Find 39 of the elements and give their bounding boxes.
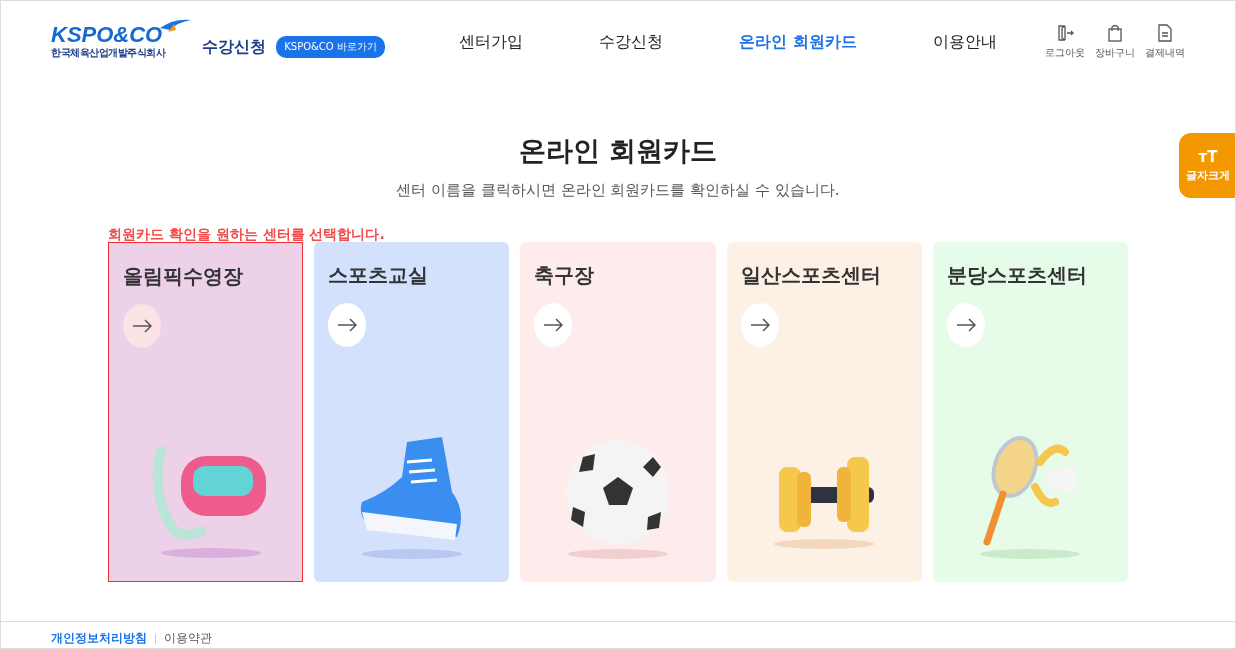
arrow-button[interactable] [946,303,985,347]
document-icon [1158,24,1172,42]
center-card[interactable]: 스포츠교실 [314,242,510,582]
arrow-right-icon [543,318,564,332]
footer-link[interactable]: 개인정보처리방침 [51,630,147,647]
center-name: 분당스포츠센터 [946,262,1087,289]
nav-tab[interactable]: 센터가입 [421,31,562,53]
arrow-right-icon [337,318,358,332]
utility-link[interactable]: 장바구니 [1095,24,1135,60]
utility-link[interactable]: 로그아웃 [1045,24,1085,60]
center-name: 올림픽수영장 [123,263,243,290]
center-card[interactable]: 분당스포츠센터 [932,242,1128,582]
nav-tab[interactable]: 수강신청 [561,31,702,53]
center-name: 스포츠교실 [328,262,429,289]
arrow-right-icon [955,318,976,332]
center-name: 축구장 [534,262,595,289]
footer-link[interactable]: 이용약관 [164,630,212,647]
page-subtitle: 센터 이름을 클릭하시면 온라인 회원카드를 확인하실 수 있습니다. [396,181,840,200]
nav-tab[interactable]: 이용안내 [894,31,1035,53]
page-title: 온라인 회원카드 [518,134,718,168]
company-name: 한국체육산업개발주식회사 [51,46,167,60]
arrow-button[interactable] [328,303,367,347]
logout-icon [1056,24,1074,42]
center-card[interactable]: 올림픽수영장 [108,242,304,582]
shopping-bag-icon [1108,24,1122,42]
arrow-button[interactable] [740,303,779,347]
arrow-right-icon [749,318,770,332]
service-title: 수강신청 [202,36,267,58]
arrow-button[interactable] [123,304,161,348]
shortcut-button[interactable]: KSPO&CO 바로가기 [276,36,385,58]
utility-link[interactable]: 결제내역 [1145,24,1185,60]
instruction-text: 회원카드 확인을 원하는 센터를 선택합니다. [108,226,386,242]
logo-wordmark[interactable]: KSPO&CO [51,24,163,46]
center-card[interactable]: 축구장 [520,242,716,582]
center-name: 일산스포츠센터 [740,262,881,289]
arrow-button[interactable] [534,303,573,347]
nav-tab[interactable]: 온라인 회원카드 [701,31,895,53]
center-card[interactable]: 일산스포츠센터 [726,242,922,582]
arrow-right-icon [132,319,152,333]
